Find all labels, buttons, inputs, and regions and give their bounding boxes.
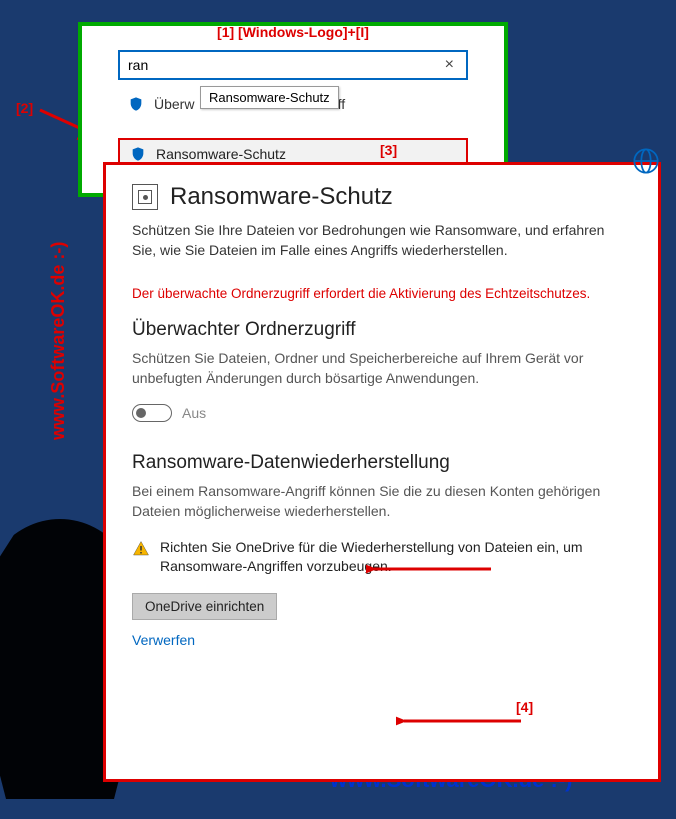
intro-text: Schützen Sie Ihre Dateien vor Bedrohunge… [132,221,632,260]
folder-access-title: Überwachter Ordnerzugriff [132,319,632,341]
watermark-left: www.SoftwareOK.de :-) [48,242,69,440]
toggle-knob [136,408,146,418]
recovery-desc: Bei einem Ransomware-Angriff können Sie … [132,482,632,521]
search-input[interactable] [128,57,441,73]
arrow-annotation-toggle [366,559,496,579]
folder-access-desc: Schützen Sie Dateien, Ordner und Speiche… [132,349,632,388]
clear-icon[interactable]: × [441,56,458,74]
shield-icon [128,96,144,112]
folder-access-toggle[interactable] [132,404,172,422]
dismiss-link[interactable]: Verwerfen [132,632,195,648]
annotation-4: [4] [516,699,533,715]
arrow-annotation-button [396,711,526,731]
annotation-3: [3] [380,142,397,158]
page-title: Ransomware-Schutz [170,183,393,211]
globe-icon [632,147,660,175]
suggestion-text: Ransomware-Schutz [156,146,286,162]
shield-icon [130,146,146,162]
annotation-2: [2] [16,100,33,116]
suggestion-text-pre: Überw [154,96,194,112]
toggle-label: Aus [182,405,206,421]
search-tooltip: Ransomware-Schutz [200,86,339,109]
annotation-1: [1] [Windows-Logo]+[I] [82,24,504,40]
ransomware-icon [132,184,158,210]
realtime-warning: Der überwachte Ordnerzugriff erfordert d… [132,286,632,301]
onedrive-setup-button[interactable]: OneDrive einrichten [132,593,277,620]
warning-icon [132,540,150,558]
ransomware-protection-panel: Ransomware-Schutz Schützen Sie Ihre Date… [103,162,661,782]
recovery-title: Ransomware-Datenwiederherstellung [132,452,632,474]
search-box[interactable]: × [118,50,468,80]
